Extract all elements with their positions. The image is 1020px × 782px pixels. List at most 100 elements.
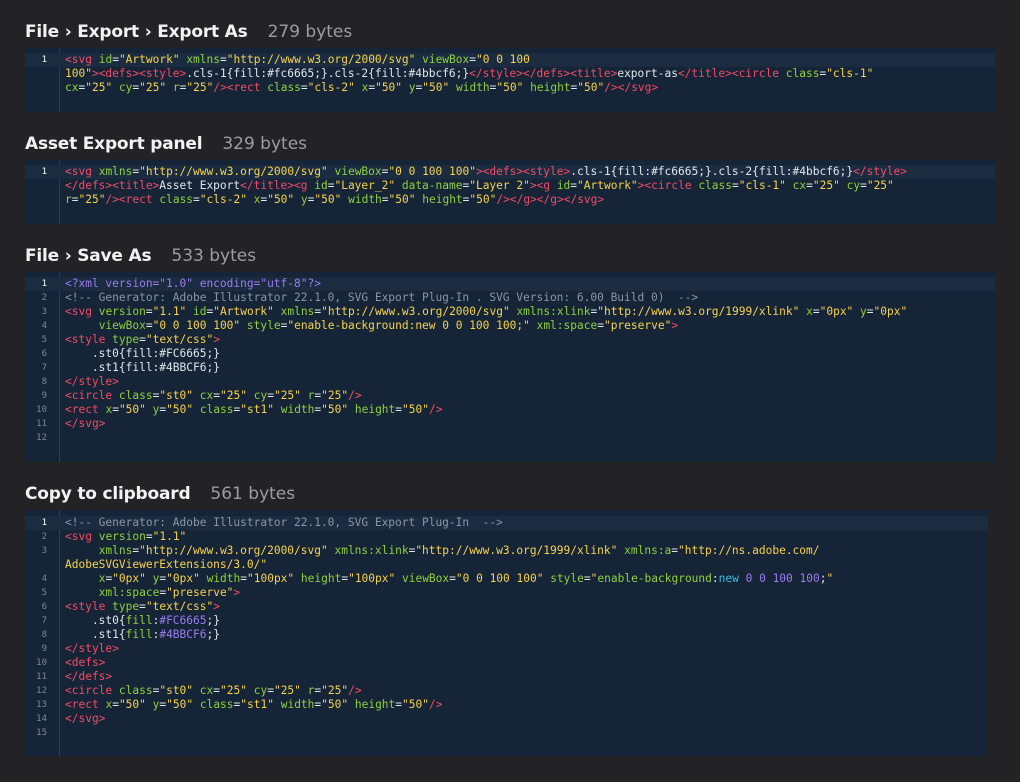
code-line: 8 .st1{fill:#4BBCF6;} xyxy=(25,628,988,642)
code-token: "Layer_2" xyxy=(334,179,396,192)
line-number: 11 xyxy=(36,672,47,682)
code-token: = xyxy=(112,53,119,66)
code-token: = xyxy=(139,333,146,346)
code-block[interactable]: 1 <svg xmlns="http://www.w3.org/2000/svg"… xyxy=(25,160,995,224)
code-token: viewBox xyxy=(334,165,382,178)
line-number: 11 xyxy=(36,419,47,429)
code-token: <?xml version="1.0" encoding="utf-8"?> xyxy=(65,277,321,290)
code-token: "50" xyxy=(422,81,450,94)
code-token: "cls-2" xyxy=(307,81,355,94)
code-token: "st0" xyxy=(159,389,194,402)
code-token: "cls-1" xyxy=(738,179,786,192)
code-line: cx="25" cy="25" r="25"/><rect class="cls… xyxy=(25,81,995,95)
code-text: <circle class="st0" cx="25" cy="25" r="2… xyxy=(65,684,984,698)
section-heading: Copy to clipboard 561 bytes xyxy=(25,482,295,506)
byte-count: 329 bytes xyxy=(222,134,308,154)
code-token: = xyxy=(449,572,456,585)
code-token: "http://www.w3.org/2000/svg" xyxy=(139,544,328,557)
code-token: "enable-background:new 0 0 100 100;" xyxy=(287,319,530,332)
code-line: 2 <svg version="1.1" xyxy=(25,530,988,544)
code-token: = xyxy=(597,319,604,332)
code-token: class xyxy=(785,67,820,80)
section-title: File › Export › Export As xyxy=(25,22,248,42)
code-token: class xyxy=(267,81,301,94)
code-token: "100px" xyxy=(348,572,396,585)
code-token: = xyxy=(240,572,247,585)
code-token: </title><circle xyxy=(677,67,779,80)
code-text: <!-- Generator: Adobe Illustrator 22.1.0… xyxy=(65,291,991,305)
code-token: = xyxy=(71,193,79,206)
code-line: 5 <style type="text/css"> xyxy=(25,333,995,347)
code-token: AdobeSVGViewerExtensions/3.0/" xyxy=(65,558,268,571)
code-token: <!-- Generator: Adobe Illustrator 22.1.0… xyxy=(65,516,503,529)
code-token: height xyxy=(354,403,396,416)
section-heading: File › Save As 533 bytes xyxy=(25,244,256,268)
code-token: version xyxy=(98,305,146,318)
code-text: AdobeSVGViewerExtensions/3.0/" xyxy=(65,558,984,572)
code-text: <rect x="50" y="50" class="st1" width="5… xyxy=(65,698,984,712)
code-line: 1 <?xml version="1.0" encoding="utf-8"?> xyxy=(25,277,995,291)
code-line: 9 <circle class="st0" cx="25" cy="25" r="… xyxy=(25,389,995,403)
code-token: "Artwork" xyxy=(213,305,274,318)
line-number: 15 xyxy=(36,728,47,738)
code-line: 6 <style type="text/css"> xyxy=(25,600,988,614)
code-token: = xyxy=(300,81,308,94)
code-token: y xyxy=(860,305,867,318)
code-token: "cls-1" xyxy=(826,67,874,80)
code-token: "http://www.w3.org/2000/svg" xyxy=(139,165,328,178)
code-block[interactable]: 1 <svg id="Artwork" xmlns="http://www.w3.… xyxy=(25,48,995,112)
line-number: 9 xyxy=(41,391,47,401)
code-token: "http://www.w3.org/1999/xlink" xyxy=(597,305,800,318)
code-token: xmlns xyxy=(98,544,133,557)
code-token: cx xyxy=(199,684,214,697)
code-token: </style> xyxy=(65,642,119,655)
code-token: /> xyxy=(348,684,362,697)
code-token: "100px" xyxy=(247,572,295,585)
code-text: <!-- Generator: Adobe Illustrator 22.1.0… xyxy=(65,516,984,530)
code-token: /> xyxy=(428,403,443,416)
section-title: Asset Export panel xyxy=(25,134,203,154)
code-block[interactable]: 1 <!-- Generator: Adobe Illustrator 22.1.… xyxy=(25,510,988,756)
code-token: id xyxy=(193,305,207,318)
line-number: 6 xyxy=(41,349,47,359)
code-token: "0 0 100 100" xyxy=(388,165,476,178)
line-number: 9 xyxy=(41,644,47,654)
code-token: </style></defs><title> xyxy=(469,67,618,80)
code-line: 11 </svg> xyxy=(25,417,995,431)
line-number: 7 xyxy=(41,616,47,626)
code-block[interactable]: 1 <?xml version="1.0" encoding="utf-8"?> 2… xyxy=(25,272,995,462)
line-number: 5 xyxy=(41,335,47,345)
code-token: <circle xyxy=(65,684,113,697)
code-token: ;} xyxy=(206,628,220,641)
code-token: "50" xyxy=(267,193,295,206)
code-line: 10 <defs> xyxy=(25,656,988,670)
code-line: 4 viewBox="0 0 100 100" style="enable-ba… xyxy=(25,319,995,333)
code-text: </style> xyxy=(65,642,984,656)
code-token: "0 0 100 xyxy=(476,53,530,66)
code-token: .st0{fill:#FC6665;} xyxy=(65,347,220,360)
code-token: <rect xyxy=(65,403,99,416)
code-token: #FC6665 xyxy=(159,614,207,627)
line-number: 5 xyxy=(41,588,47,598)
code-token: > xyxy=(671,319,679,332)
code-token: <!-- Generator: Adobe Illustrator 22.1.0… xyxy=(65,291,699,304)
code-line: 14 </svg> xyxy=(25,712,988,726)
code-token: "st1" xyxy=(240,698,274,711)
code-token: = xyxy=(381,193,389,206)
code-token: ><circle xyxy=(637,179,692,192)
code-token: type xyxy=(112,333,140,346)
